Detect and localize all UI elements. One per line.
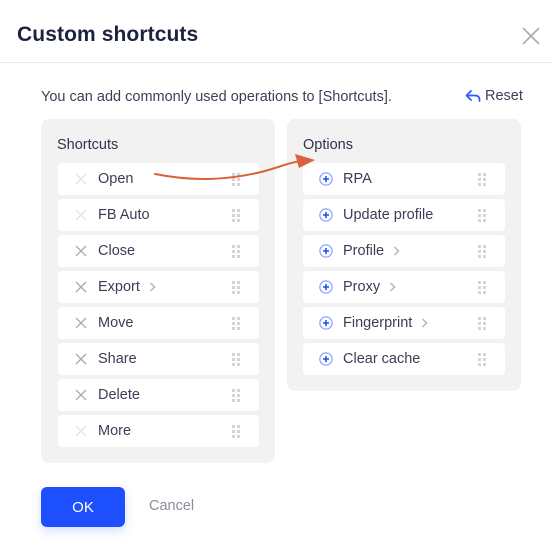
- item-label: More: [98, 423, 132, 439]
- shortcut-item[interactable]: Open: [58, 163, 259, 195]
- ok-button[interactable]: OK: [41, 487, 125, 527]
- shortcut-item[interactable]: FB Auto: [58, 199, 259, 231]
- drag-handle-icon[interactable]: [478, 173, 486, 186]
- remove-icon[interactable]: [74, 280, 88, 294]
- remove-icon[interactable]: [74, 244, 88, 258]
- add-icon[interactable]: [319, 280, 333, 294]
- add-icon[interactable]: [319, 316, 333, 330]
- item-label: Proxy: [343, 279, 381, 295]
- remove-icon[interactable]: [74, 352, 88, 366]
- drag-handle-icon[interactable]: [232, 425, 240, 438]
- item-label: Close: [98, 243, 136, 259]
- item-label: Fingerprint: [343, 315, 413, 331]
- shortcut-item[interactable]: Delete: [58, 379, 259, 411]
- drag-handle-icon[interactable]: [232, 245, 240, 258]
- drag-handle-icon[interactable]: [232, 353, 240, 366]
- item-label: Clear cache: [343, 351, 421, 367]
- item-label: Export: [98, 279, 140, 295]
- add-icon[interactable]: [319, 208, 333, 222]
- cancel-button[interactable]: Cancel: [149, 498, 194, 514]
- drag-handle-icon[interactable]: [478, 209, 486, 222]
- drag-handle-icon[interactable]: [232, 389, 240, 402]
- chevron-right-icon[interactable]: [149, 282, 156, 292]
- item-label: Open: [98, 171, 134, 187]
- options-title: Options: [303, 137, 353, 153]
- shortcuts-title: Shortcuts: [57, 137, 119, 153]
- options-panel: Options RPA Update profile Profile Proxy Fin…: [287, 119, 521, 391]
- option-item[interactable]: RPA: [303, 163, 505, 195]
- chevron-right-icon[interactable]: [389, 282, 396, 292]
- shortcut-item[interactable]: Close: [58, 235, 259, 267]
- chevron-right-icon[interactable]: [421, 318, 428, 328]
- drag-handle-icon[interactable]: [232, 281, 240, 294]
- add-icon[interactable]: [319, 352, 333, 366]
- close-button[interactable]: [518, 23, 544, 49]
- dialog-header: Custom shortcuts: [0, 0, 553, 63]
- item-label: Delete: [98, 387, 140, 403]
- dialog-title: Custom shortcuts: [17, 23, 199, 46]
- item-label: Share: [98, 351, 137, 367]
- option-item[interactable]: Profile: [303, 235, 505, 267]
- option-item[interactable]: Update profile: [303, 199, 505, 231]
- option-item[interactable]: Fingerprint: [303, 307, 505, 339]
- drag-handle-icon[interactable]: [478, 245, 486, 258]
- remove-icon: [74, 172, 88, 186]
- drag-handle-icon[interactable]: [232, 317, 240, 330]
- shortcut-item[interactable]: More: [58, 415, 259, 447]
- shortcut-item[interactable]: Export: [58, 271, 259, 303]
- item-label: Profile: [343, 243, 385, 259]
- undo-icon: [465, 90, 481, 102]
- drag-handle-icon[interactable]: [478, 317, 486, 330]
- remove-icon[interactable]: [74, 388, 88, 402]
- remove-icon: [74, 424, 88, 438]
- shortcuts-panel: Shortcuts Open FB Auto Close Export Move Shar…: [41, 119, 275, 463]
- drag-handle-icon[interactable]: [478, 353, 486, 366]
- close-icon: [522, 27, 540, 45]
- item-label: Move: [98, 315, 134, 331]
- remove-icon[interactable]: [74, 316, 88, 330]
- chevron-right-icon[interactable]: [393, 246, 400, 256]
- item-label: RPA: [343, 171, 372, 187]
- description-text: You can add commonly used operations to …: [41, 89, 392, 105]
- shortcut-item[interactable]: Share: [58, 343, 259, 375]
- drag-handle-icon[interactable]: [478, 281, 486, 294]
- drag-handle-icon[interactable]: [232, 173, 240, 186]
- reset-button[interactable]: Reset: [465, 88, 523, 104]
- reset-label: Reset: [485, 88, 523, 104]
- drag-handle-icon[interactable]: [232, 209, 240, 222]
- item-label: FB Auto: [98, 207, 150, 223]
- option-item[interactable]: Proxy: [303, 271, 505, 303]
- add-icon[interactable]: [319, 244, 333, 258]
- remove-icon: [74, 208, 88, 222]
- option-item[interactable]: Clear cache: [303, 343, 505, 375]
- shortcut-item[interactable]: Move: [58, 307, 259, 339]
- item-label: Update profile: [343, 207, 434, 223]
- add-icon[interactable]: [319, 172, 333, 186]
